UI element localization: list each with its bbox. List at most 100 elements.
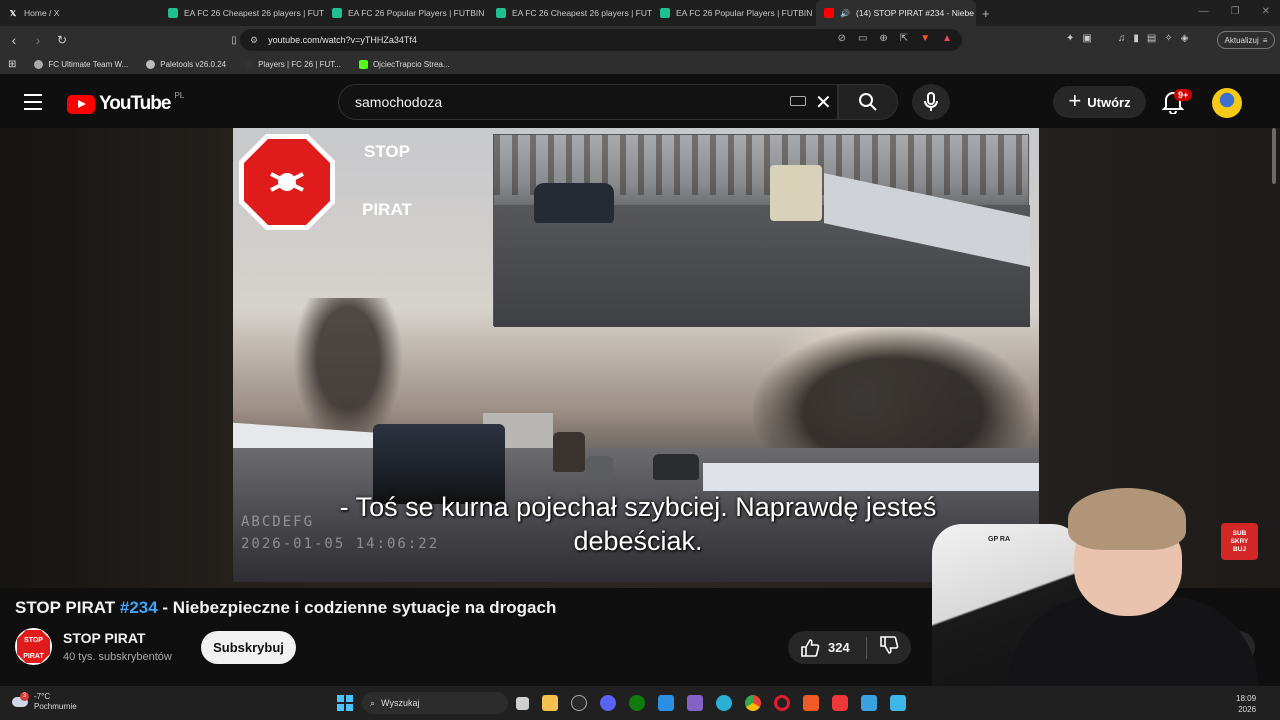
bookmark-label: OjciecTrapcio Strea... xyxy=(372,59,450,69)
extensions-icon[interactable]: ✦ xyxy=(1066,33,1074,44)
search-button[interactable] xyxy=(838,84,898,120)
youtube-icon xyxy=(824,8,834,18)
brave-rewards-icon[interactable]: ▲ xyxy=(942,33,952,44)
update-button[interactable]: Aktualizuj ≡ xyxy=(1217,31,1275,49)
vscode-icon[interactable] xyxy=(658,695,674,711)
brave-icon[interactable] xyxy=(803,695,819,711)
visual-studio-icon[interactable] xyxy=(687,695,703,711)
close-window-icon[interactable]: ✕ xyxy=(1262,6,1270,17)
system-clock[interactable]: 18:09 2026 xyxy=(1236,693,1256,715)
bookmark-label: Players | FC 26 | FUT... xyxy=(258,59,341,69)
reload-icon[interactable]: ↻ xyxy=(52,33,72,47)
search-input[interactable]: samochodoza xyxy=(338,84,838,120)
speaker-icon[interactable]: 🔊 xyxy=(840,8,850,18)
bookmark-item[interactable]: OjciecTrapcio Strea... xyxy=(358,59,450,69)
photos-icon[interactable] xyxy=(861,695,877,711)
voice-search-button[interactable] xyxy=(912,84,950,120)
share-icon[interactable]: ⇱ xyxy=(900,33,908,44)
cloudy-weather-icon: 3 xyxy=(12,692,29,707)
split-view-icon[interactable]: ▮ xyxy=(1133,33,1139,44)
omnibox-actions: ⊘ ▭ ⊕ ⇱ ▼ ▲ xyxy=(838,33,952,44)
dislike-button[interactable] xyxy=(867,635,899,660)
ai-icon[interactable]: ✧ xyxy=(1164,33,1172,44)
bookmark-item[interactable]: FC Ultimate Team W... xyxy=(34,59,128,69)
windows-logo-tile xyxy=(346,704,353,711)
channel-name[interactable]: STOP PIRAT xyxy=(63,630,145,646)
search-value[interactable]: samochodoza xyxy=(355,94,442,110)
zoom-icon[interactable]: ⊕ xyxy=(879,33,887,44)
weather-condition: Pochmurnie xyxy=(34,702,77,711)
file-explorer-icon[interactable] xyxy=(542,695,558,711)
title-prefix: STOP PIRAT xyxy=(15,598,120,617)
futbin-icon xyxy=(332,8,342,18)
clear-search-icon[interactable]: ✕ xyxy=(815,90,832,115)
youtube-logo[interactable]: YouTube PL xyxy=(67,91,184,115)
like-dislike-bar: 324 xyxy=(788,631,911,664)
thumbs-down-icon xyxy=(880,636,899,654)
back-icon[interactable]: ‹ xyxy=(4,32,24,48)
channel-avatar[interactable]: STOP PIRAT xyxy=(15,628,52,665)
hashtag-link[interactable]: #234 xyxy=(120,598,158,617)
weather-widget[interactable]: 3 -7°C Pochmurnie xyxy=(12,692,77,712)
start-button[interactable] xyxy=(337,695,353,711)
bookmark-item[interactable]: Paletools v26.0.24 xyxy=(146,59,226,69)
vpn-icon[interactable]: ◈ xyxy=(1181,33,1189,44)
video-subtitle: - Toś se kurna pojechał szybciej. Napraw… xyxy=(293,490,983,558)
like-button[interactable]: 324 xyxy=(788,638,866,658)
keyboard-icon[interactable] xyxy=(790,96,806,106)
minimize-icon[interactable]: — xyxy=(1199,6,1209,17)
browser-tab-bar: 𝕏 Home / X EA FC 26 Cheapest 26 players … xyxy=(0,0,1280,26)
create-button[interactable]: + Utwórz xyxy=(1053,86,1146,118)
cast-icon[interactable]: ▭ xyxy=(858,33,867,44)
address-bar-row: ‹ › ↻ ▯ ⚙ youtube.com/watch?v=yTHHZa34Tf… xyxy=(0,26,1280,54)
xbox-icon[interactable] xyxy=(629,695,645,711)
opera-icon[interactable] xyxy=(774,695,790,711)
chatgpt-icon[interactable] xyxy=(571,695,587,711)
kick-icon xyxy=(358,59,368,69)
tab-youtube-active[interactable]: 🔊 (14) STOP PIRAT #234 - Niebe ✕ xyxy=(816,0,976,26)
forward-icon[interactable]: › xyxy=(28,32,48,48)
menu-icon[interactable] xyxy=(24,94,42,115)
wallet-icon[interactable]: ▤ xyxy=(1147,33,1156,44)
bookmark-item[interactable]: Players | FC 26 | FUT... xyxy=(244,59,341,69)
tab-futbin-3[interactable]: EA FC 26 Cheapest 26 players | FUTB xyxy=(488,0,652,26)
vivaldi-icon[interactable] xyxy=(832,695,848,711)
tab-futbin-4[interactable]: EA FC 26 Popular Players | FUTBIN xyxy=(652,0,816,26)
edge-icon[interactable] xyxy=(716,695,732,711)
futbin-icon xyxy=(168,8,178,18)
tree-silhouette xyxy=(753,328,1033,468)
discord-icon[interactable] xyxy=(600,695,616,711)
url-text[interactable]: youtube.com/watch?v=yTHHZa34Tf4 xyxy=(268,35,417,45)
chrome-icon[interactable] xyxy=(745,695,761,711)
clock-time: 18:09 xyxy=(1236,694,1257,703)
user-avatar[interactable] xyxy=(1212,88,1242,118)
eye-off-icon[interactable]: ⊘ xyxy=(838,33,846,44)
octagon-sign-icon xyxy=(239,134,335,230)
task-view-icon[interactable] xyxy=(516,697,529,710)
site-info-icon[interactable]: ⚙ xyxy=(250,35,258,46)
app-icon[interactable] xyxy=(890,695,906,711)
inset-car-dark xyxy=(534,183,614,223)
apps-grid-icon[interactable]: ⊞ xyxy=(8,59,16,70)
tab-futbin-1[interactable]: EA FC 26 Cheapest 26 players | FUTB xyxy=(160,0,324,26)
tab-futbin-2[interactable]: EA FC 26 Popular Players | FUTBIN xyxy=(324,0,488,26)
maximize-icon[interactable]: ❐ xyxy=(1231,6,1240,17)
streamer-webcam: GP RA xyxy=(918,478,1280,720)
pirat-sign-text: PIRAT xyxy=(362,200,412,219)
subscribe-button[interactable]: Subskrybuj xyxy=(201,631,296,664)
like-count: 324 xyxy=(828,640,850,655)
taskbar-search[interactable]: ⌕ Wyszukaj xyxy=(362,692,508,714)
futbin-icon xyxy=(660,8,670,18)
omnibox[interactable]: ⚙ youtube.com/watch?v=yTHHZa34Tf4 ⊘ ▭ ⊕ … xyxy=(240,29,962,51)
music-icon[interactable]: ♫ xyxy=(1118,33,1126,44)
tab-home-x[interactable]: 𝕏 Home / X xyxy=(0,0,160,26)
brave-shield-icon[interactable]: ▼ xyxy=(920,33,930,44)
page-scrollbar[interactable] xyxy=(1272,128,1276,184)
tab-title: EA FC 26 Popular Players | FUTBIN xyxy=(676,8,813,18)
sidebar-icon[interactable]: ▣ xyxy=(1082,33,1091,44)
new-tab-icon[interactable]: + xyxy=(982,6,990,21)
taskbar-apps xyxy=(516,695,906,711)
stop-sign-avatar-icon: STOP PIRAT xyxy=(17,630,50,663)
windows-taskbar: 3 -7°C Pochmurnie ⌕ Wyszukaj 18:09 2026 xyxy=(0,686,1280,720)
extension-icons: ✦ ▣ ♫ ▮ ▤ ✧ ◈ xyxy=(1066,33,1188,44)
